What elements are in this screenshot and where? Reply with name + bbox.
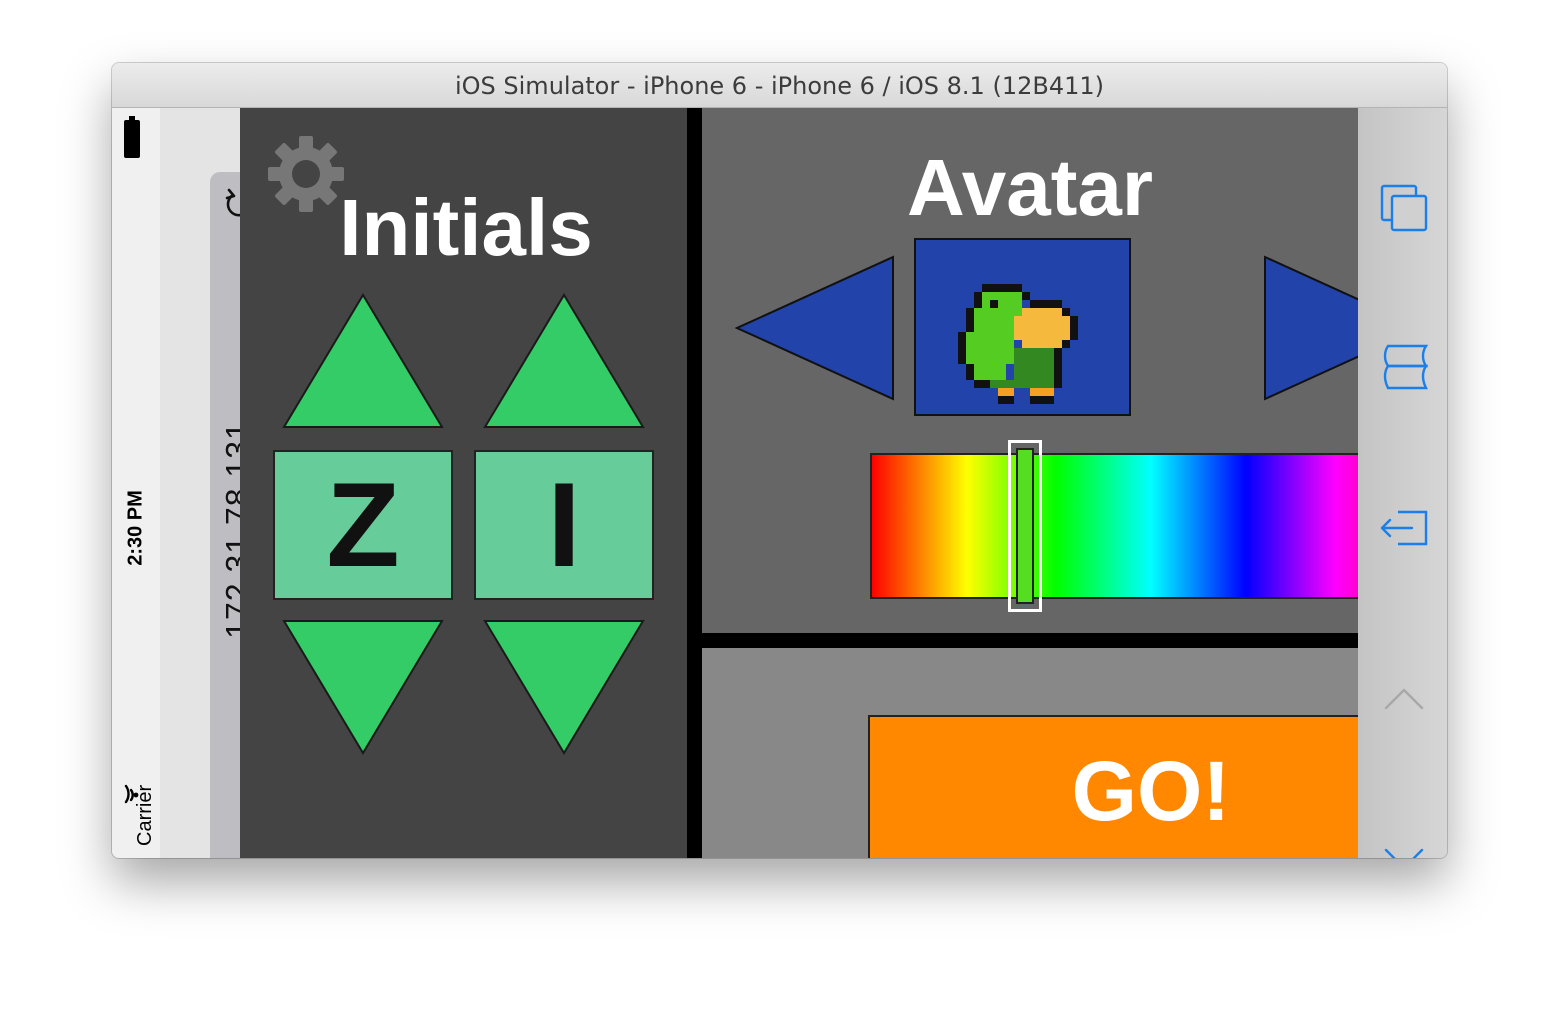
windows-icon[interactable] xyxy=(1378,182,1430,234)
triangle-down-icon xyxy=(282,620,444,755)
battery-icon xyxy=(124,116,140,158)
letter-2-box: I xyxy=(474,450,654,600)
letter-2-up-button[interactable] xyxy=(483,293,645,429)
chevron-down-icon[interactable] xyxy=(1378,832,1430,858)
avatar-title: Avatar xyxy=(906,143,1154,232)
address-bar: 172.31.78.131 xyxy=(160,108,267,858)
triangle-up-icon xyxy=(483,293,645,428)
letter-2: I xyxy=(547,458,581,592)
window-title: iOS Simulator - iPhone 6 - iPhone 6 / iO… xyxy=(454,72,1104,100)
triangle-down-icon xyxy=(483,620,645,755)
simulator-window: iOS Simulator - iPhone 6 - iPhone 6 / iO… xyxy=(112,63,1447,858)
go-button-label: GO! xyxy=(1071,744,1231,838)
title-bar[interactable]: iOS Simulator - iPhone 6 - iPhone 6 / iO… xyxy=(112,63,1447,108)
parrot-icon xyxy=(958,284,1078,404)
right-sidebar xyxy=(1358,108,1447,858)
letter-1-down-button[interactable] xyxy=(282,619,444,755)
game-view: Initials Z I Avatar GO! xyxy=(240,108,1434,858)
hue-slider-handle-fill xyxy=(1016,448,1034,604)
chevron-up-icon[interactable] xyxy=(1378,674,1430,726)
status-time: 2:30 PM xyxy=(124,490,147,566)
avatar-preview[interactable] xyxy=(914,238,1131,416)
triangle-left-icon xyxy=(735,255,894,401)
status-bar: 2:30 PM Carrier xyxy=(112,108,160,858)
avatar-prev-button[interactable] xyxy=(735,255,895,401)
hue-slider[interactable] xyxy=(870,453,1432,599)
letter-1-box: Z xyxy=(273,450,453,600)
hue-slider-handle[interactable] xyxy=(1008,440,1042,612)
letter-2-down-button[interactable] xyxy=(483,619,645,755)
status-carrier: Carrier xyxy=(134,784,156,846)
sign-out-icon[interactable] xyxy=(1378,502,1430,554)
panels-icon[interactable] xyxy=(1378,342,1430,394)
letter-1-up-button[interactable] xyxy=(282,293,444,429)
triangle-up-icon xyxy=(282,293,444,428)
initials-title: Initials xyxy=(339,183,593,272)
go-button[interactable]: GO! xyxy=(868,715,1434,858)
letter-1: Z xyxy=(326,458,400,592)
